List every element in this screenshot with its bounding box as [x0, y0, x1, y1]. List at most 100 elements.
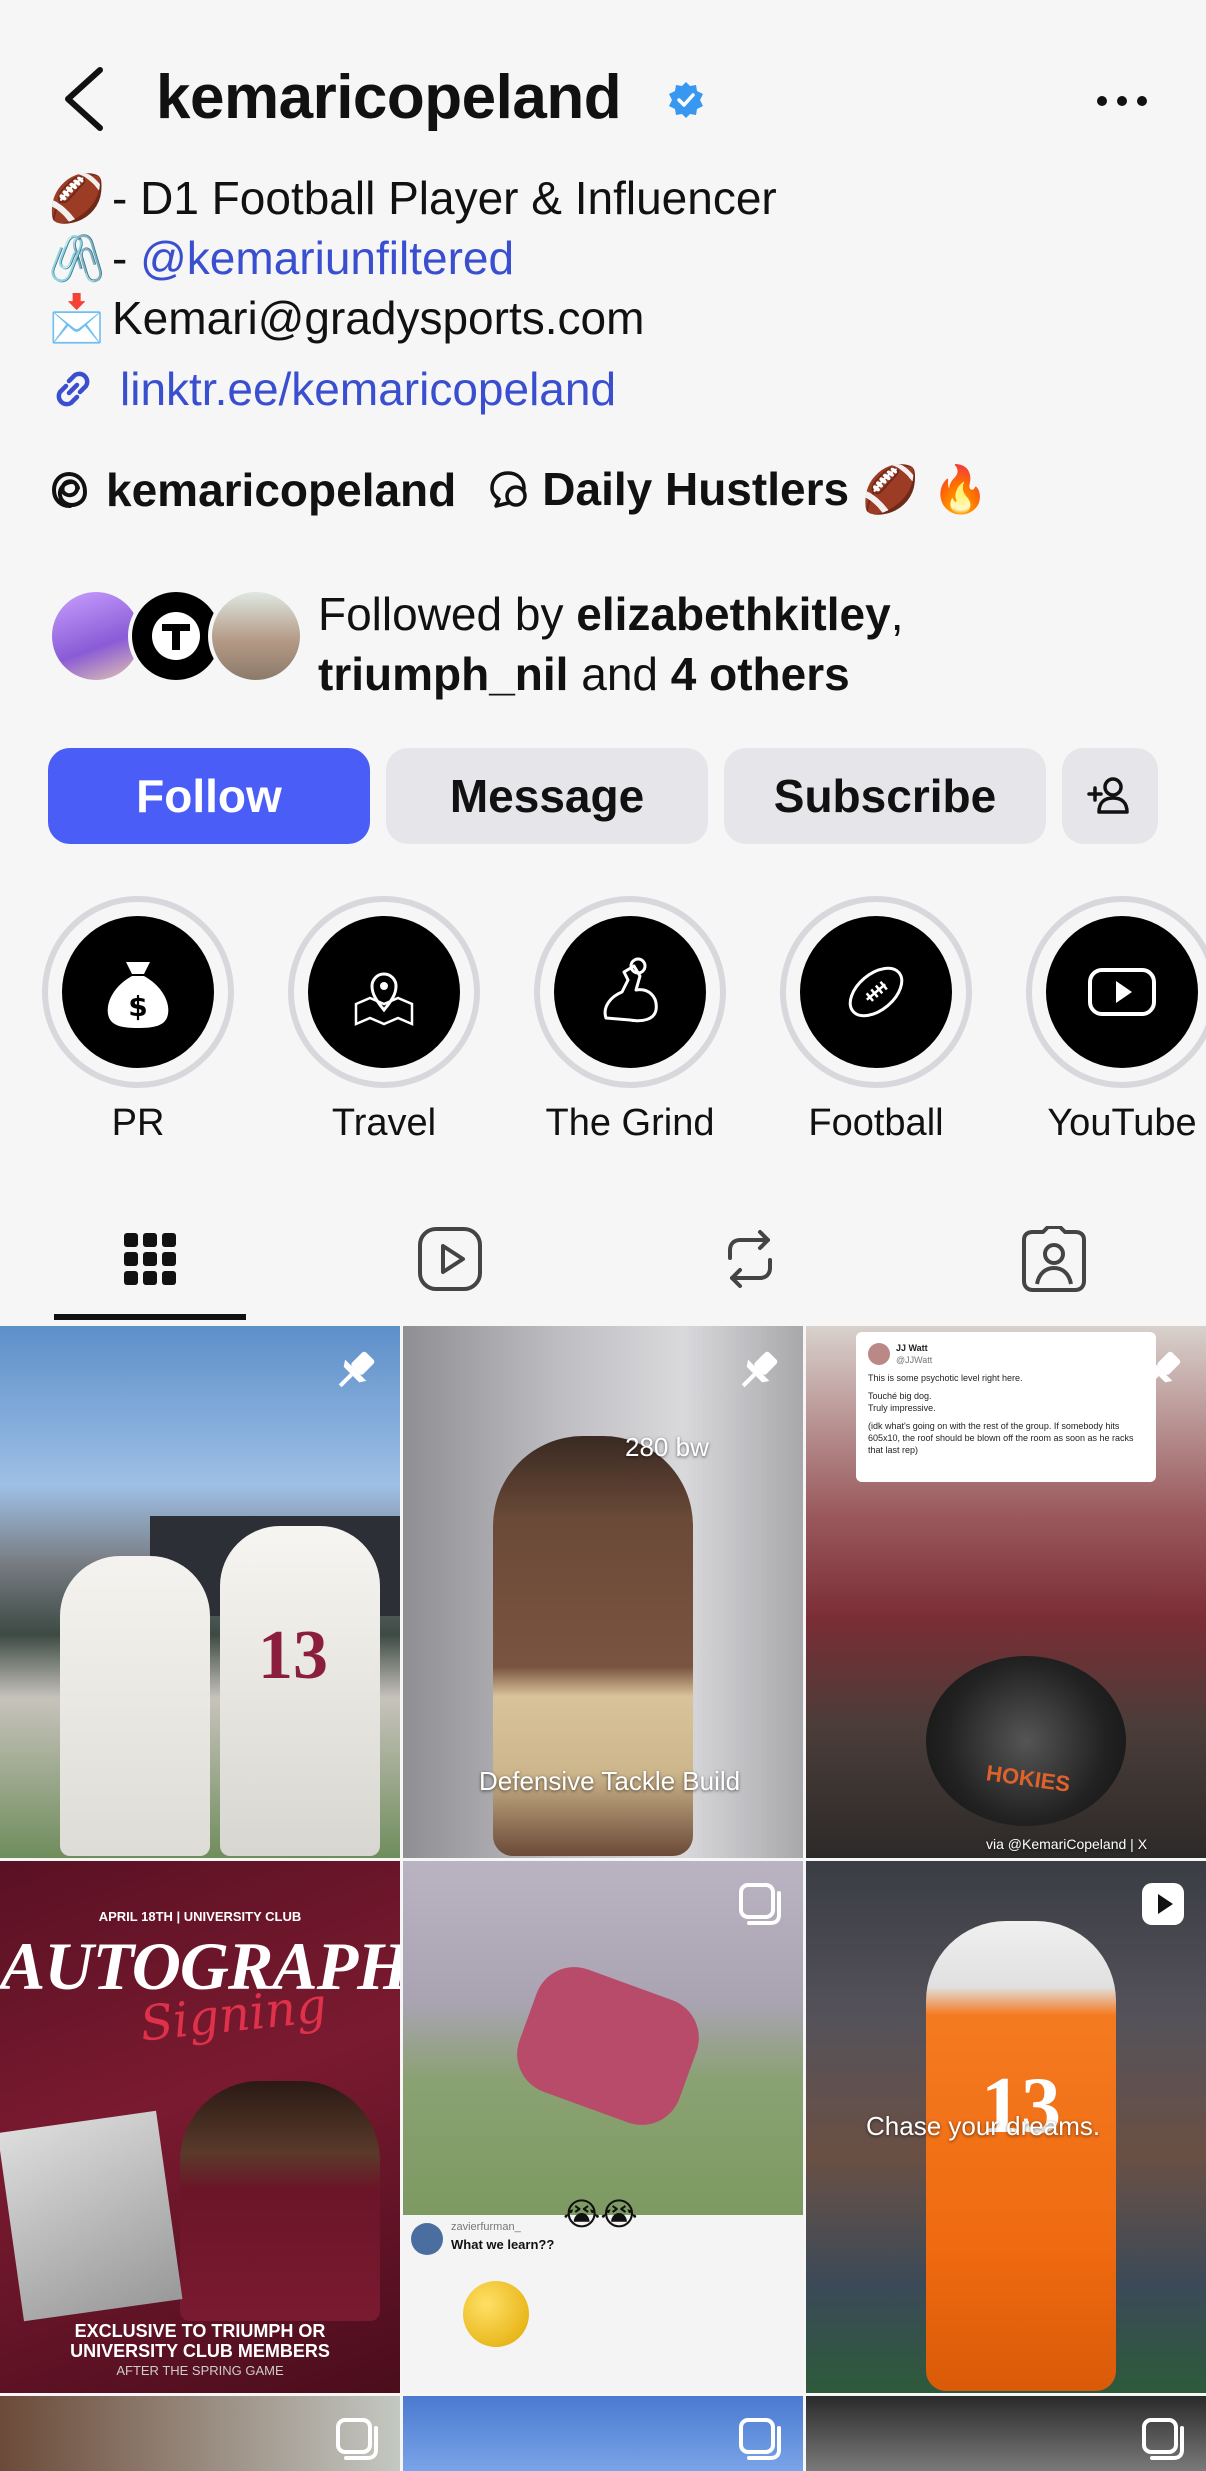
post-thumbnail[interactable]: 13 [0, 1326, 400, 1858]
message-button[interactable]: Message [386, 748, 708, 844]
follow-button[interactable]: Follow [48, 748, 370, 844]
post-thumbnail[interactable] [806, 2396, 1206, 2471]
verified-badge-icon [669, 82, 703, 118]
reels-icon [418, 1227, 482, 1291]
football-emoji: 🏈 [48, 172, 106, 224]
highlight-label: PR [111, 1102, 165, 1144]
bio-line: 🏈 - D1 Football Player & Influencer [48, 168, 777, 228]
tweet-handle: @JJWatt [896, 1355, 933, 1365]
grid-icon [124, 1233, 176, 1285]
bio: 🏈 - D1 Football Player & Influencer 🖇️ -… [48, 168, 777, 348]
comment-text: What we learn?? [451, 2237, 555, 2252]
player-figure [505, 1955, 711, 2137]
active-tab-indicator [54, 1314, 246, 1320]
threads-icon[interactable] [48, 468, 92, 512]
tweet-card: JJ Watt @JJWatt This is some psychotic le… [856, 1332, 1156, 1482]
post-caption: 280 bw [625, 1432, 709, 1462]
highlight-ring [288, 896, 480, 1088]
broadcast-channel-icon [490, 470, 528, 508]
player-figure [60, 1556, 210, 1856]
emoji-figure [463, 2281, 529, 2347]
pin-icon [338, 1351, 375, 1388]
highlight-ring [1026, 896, 1206, 1088]
back-arrow-icon[interactable] [56, 64, 116, 134]
highlight-ring [534, 896, 726, 1088]
carousel-icon [1142, 2418, 1184, 2460]
post-thumbnail[interactable]: APRIL 18TH | UNIVERSITY CLUB AUTOGRAPH S… [0, 1861, 400, 2393]
post-thumbnail[interactable]: 280 bw Defensive Tackle Build [403, 1326, 803, 1858]
post-thumbnail[interactable] [0, 2396, 400, 2471]
svg-text:$: $ [128, 990, 147, 1023]
envelope-emoji: 📩 [48, 292, 106, 344]
post-thumbnail[interactable] [403, 2396, 803, 2471]
followed-by[interactable]: Followed by elizabethkitley, triumph_nil… [48, 584, 1178, 700]
highlight-pr[interactable]: $ PR [38, 896, 238, 1145]
reposts-icon [728, 1230, 772, 1288]
tab-grid[interactable] [50, 1200, 250, 1318]
tab-tagged[interactable] [954, 1200, 1154, 1318]
football-icon [848, 966, 904, 1018]
player-figure [926, 1921, 1116, 2391]
tweet-text: Truly impressive. [868, 1403, 936, 1413]
subscribe-button[interactable]: Subscribe [724, 748, 1046, 844]
pin-icon [1144, 1351, 1181, 1388]
highlight-youtube[interactable]: YouTube [1022, 896, 1206, 1145]
pin-icon [741, 1351, 778, 1388]
triumph-logo-icon [152, 612, 200, 660]
link-text: linktr.ee/kemaricopeland [120, 363, 617, 415]
followed-prefix: Followed by [318, 588, 564, 640]
suggested-users-button[interactable] [1062, 748, 1158, 844]
posts-grid: 13 280 bw Defensive Tackle Build JJ Watt… [0, 1326, 1206, 2471]
post-thumbnail[interactable]: JJ Watt @JJWatt This is some psychotic le… [806, 1326, 1206, 1858]
bio-line: 📩 Kemari@gradysports.com [48, 288, 777, 348]
play-icon [1088, 968, 1156, 1016]
tweet-text: This is some psychotic level right here. [868, 1373, 1023, 1383]
threads-handle[interactable]: kemaricopeland [106, 463, 456, 517]
map-pin-icon [354, 972, 414, 1026]
avatar [868, 1343, 890, 1365]
profile-username: kemaricopeland [156, 63, 622, 132]
highlight-label: Travel [331, 1102, 437, 1144]
bio-mention-link[interactable]: @kemariunfiltered [140, 228, 514, 288]
follower-name: elizabethkitley [576, 588, 891, 640]
followed-by-text: Followed by elizabethkitley, triumph_nil… [318, 584, 903, 704]
bio-email: Kemari@gradysports.com [112, 292, 645, 344]
follower-avatars [48, 588, 304, 688]
avatar [208, 588, 304, 684]
bio-link[interactable]: linktr.ee/kemaricopeland [48, 362, 616, 416]
event-date: APRIL 18TH | UNIVERSITY CLUB [98, 1909, 302, 1924]
highlight-travel[interactable]: Travel [284, 896, 484, 1145]
highlight-the-grind[interactable]: The Grind [530, 896, 730, 1145]
tab-reposts[interactable] [650, 1200, 850, 1318]
comment-user: zavierfurman_ [451, 2221, 521, 2233]
highlight-label: The Grind [545, 1102, 715, 1144]
more-options-icon[interactable] [1090, 84, 1154, 118]
post-thumbnail[interactable]: zavierfurman_ What we learn?? 😭😭 [403, 1861, 803, 2393]
post-thumbnail[interactable]: 13 Chase your dreams. [806, 1861, 1206, 2393]
profile-tabs [0, 1200, 1206, 1324]
post-caption: Defensive Tackle Build [479, 1766, 741, 1796]
threads-row: kemaricopeland Daily Hustlers 🏈 🔥 [48, 462, 989, 517]
others-count: 4 others [670, 648, 850, 700]
highlight-football[interactable]: Football [776, 896, 976, 1145]
carousel-icon [739, 1883, 781, 1925]
tab-reels[interactable] [350, 1200, 550, 1318]
tweet-text: Touché big dog. [868, 1391, 932, 1401]
channel-name[interactable]: Daily Hustlers 🏈 🔥 [542, 462, 989, 517]
link-icon [56, 371, 90, 407]
bio-text: - [112, 232, 128, 284]
tweet-text: (idk what's going on with the rest of th… [868, 1421, 1134, 1455]
paperclip-emoji: 🖇️ [48, 232, 106, 284]
post-caption: Chase your dreams. [866, 2111, 1101, 2141]
bio-text: - D1 Football Player & Influencer [112, 172, 777, 224]
money-bag-icon: $ [107, 962, 169, 1028]
carousel-icon [336, 2418, 378, 2460]
highlight-ring: $ [42, 896, 234, 1088]
event-note: AFTER THE SPRING GAME [116, 2363, 284, 2378]
photo-collage [0, 2110, 183, 2322]
crying-emoji: 😭😭 [563, 2196, 638, 2232]
highlight-label: YouTube [1047, 1102, 1197, 1144]
and-text: and [581, 648, 658, 700]
tweet-author: JJ Watt [896, 1343, 928, 1353]
event-note: UNIVERSITY CLUB MEMBERS [70, 2341, 330, 2361]
